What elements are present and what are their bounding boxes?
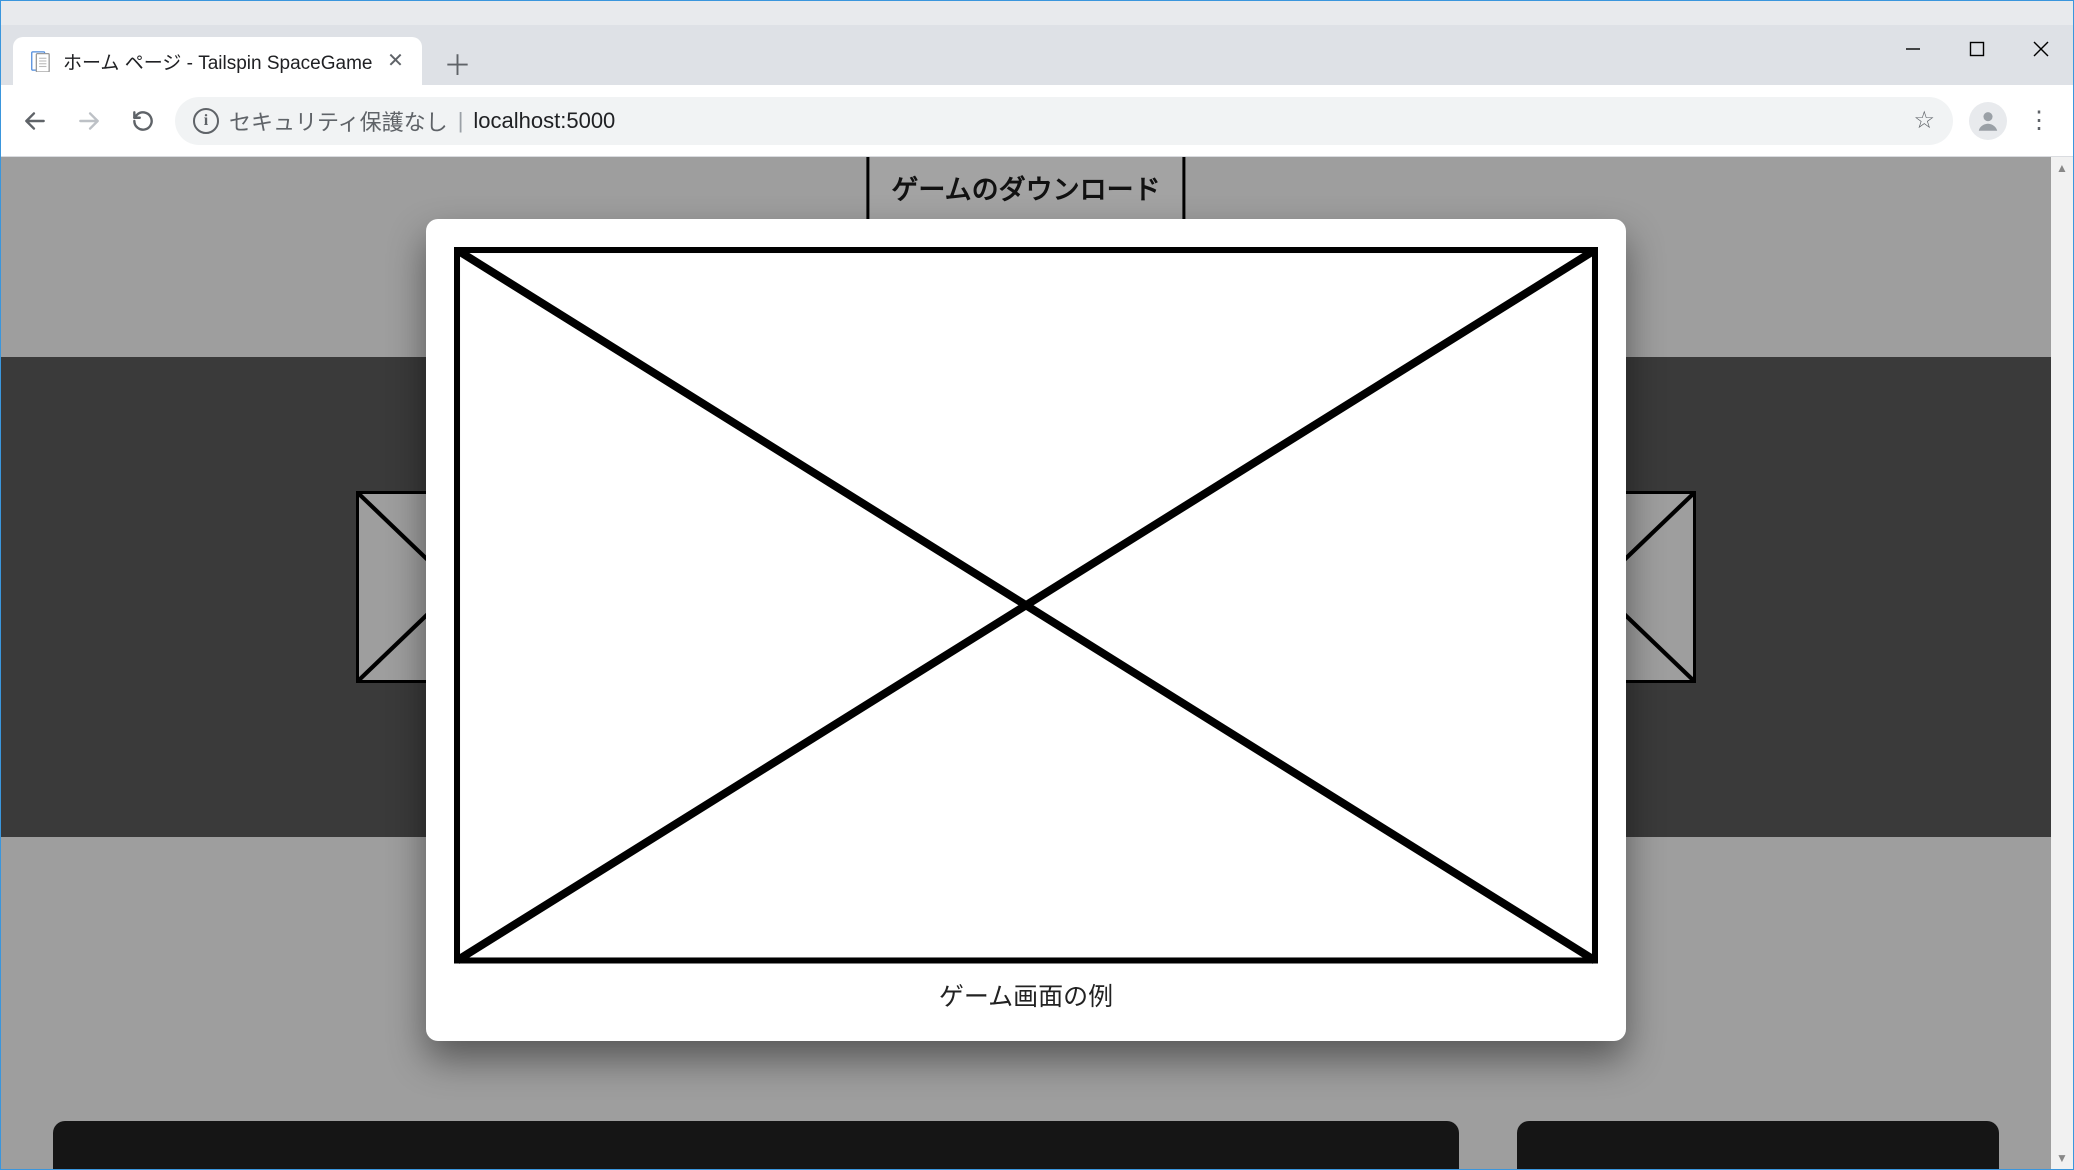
tab-favicon-icon xyxy=(29,50,51,72)
screenshot-caption: ゲーム画面の例 xyxy=(454,977,1598,1013)
tab-close-icon[interactable]: ✕ xyxy=(384,50,406,72)
url-text: localhost:5000 xyxy=(473,108,615,134)
scrollbar-up-icon[interactable]: ▲ xyxy=(2051,157,2073,179)
bottom-card-large[interactable] xyxy=(53,1121,1459,1169)
browser-tab-active[interactable]: ホーム ページ - Tailspin SpaceGame ✕ xyxy=(13,37,422,85)
new-tab-button[interactable]: ＋ xyxy=(436,43,478,85)
browser-menu-button[interactable]: ⋮ xyxy=(2017,99,2061,143)
window-minimize-button[interactable] xyxy=(1881,25,1945,73)
window-maximize-button[interactable] xyxy=(1945,25,2009,73)
window-close-button[interactable] xyxy=(2009,25,2073,73)
scrollbar-down-icon[interactable]: ▼ xyxy=(2051,1147,2073,1169)
tab-title: ホーム ページ - Tailspin SpaceGame xyxy=(63,48,372,75)
url-separator: | xyxy=(458,108,464,134)
download-game-button[interactable]: ゲームのダウンロード xyxy=(866,157,1185,222)
bottom-card-small[interactable] xyxy=(1517,1121,1999,1169)
screenshot-placeholder-image xyxy=(454,247,1598,964)
nav-back-button[interactable] xyxy=(13,99,57,143)
browser-toolbar: i セキュリティ保護なし | localhost:5000 ☆ ⋮ xyxy=(1,85,2073,157)
bookmark-star-icon[interactable]: ☆ xyxy=(1913,106,1935,135)
download-game-label: ゲームのダウンロード xyxy=(891,175,1160,205)
address-bar[interactable]: i セキュリティ保護なし | localhost:5000 ☆ xyxy=(175,97,1953,145)
page-viewport: ゲームのダウンロード ゲーム画面の例 xyxy=(1,157,2073,1169)
site-info-icon[interactable]: i xyxy=(193,108,219,134)
security-status: セキュリティ保護なし xyxy=(229,105,448,137)
nav-forward-button[interactable] xyxy=(67,99,111,143)
window-controls xyxy=(1881,25,2073,73)
browser-tab-strip: ホーム ページ - Tailspin SpaceGame ✕ ＋ xyxy=(1,25,2073,85)
profile-avatar-button[interactable] xyxy=(1969,102,2007,140)
screenshot-modal[interactable]: ゲーム画面の例 xyxy=(426,219,1626,1041)
window-title-bar xyxy=(1,1,2073,25)
nav-reload-button[interactable] xyxy=(121,99,165,143)
vertical-scrollbar[interactable]: ▲ ▼ xyxy=(2051,157,2073,1169)
page-content: ゲームのダウンロード ゲーム画面の例 xyxy=(1,157,2051,1169)
bottom-cards-row xyxy=(1,1121,2051,1169)
